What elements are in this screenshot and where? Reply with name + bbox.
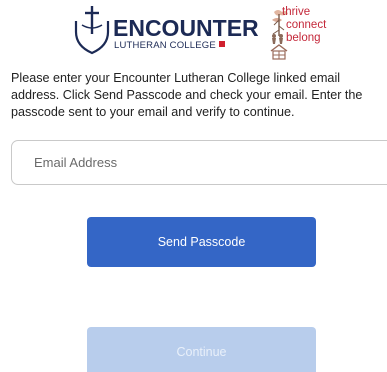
email-field[interactable]	[11, 140, 387, 185]
instructions-text: Please enter your Encounter Lutheran Col…	[11, 70, 387, 121]
encounter-logo: ENCOUNTER LUTHERAN COLLEGE	[73, 4, 259, 60]
tagline-connect: connect	[286, 19, 327, 31]
thrive-logo: thrive connect belong	[268, 6, 343, 61]
passcode-login-page: ENCOUNTER LUTHERAN COLLEGE thrive connec…	[0, 0, 387, 372]
instructions-line: Please enter your Encounter Lutheran Col…	[11, 71, 341, 85]
instructions-line: address. Click Send Passcode and check y…	[11, 88, 363, 102]
continue-button[interactable]: Continue	[87, 327, 316, 372]
tagline-belong: belong	[286, 32, 321, 44]
tagline-thrive: thrive	[282, 6, 311, 18]
instructions-line: passcode sent to your email and verify t…	[11, 105, 295, 119]
header-logos: ENCOUNTER LUTHERAN COLLEGE thrive connec…	[0, 4, 387, 64]
school-name: ENCOUNTER	[113, 15, 259, 41]
school-subtitle: LUTHERAN COLLEGE	[114, 40, 216, 51]
shield-cross-icon	[74, 6, 110, 55]
school-subtitle-line: LUTHERAN COLLEGE	[114, 40, 225, 52]
red-square-mark	[218, 41, 225, 47]
tagline: thrive connect belong	[282, 6, 326, 45]
send-passcode-button[interactable]: Send Passcode	[87, 217, 316, 267]
